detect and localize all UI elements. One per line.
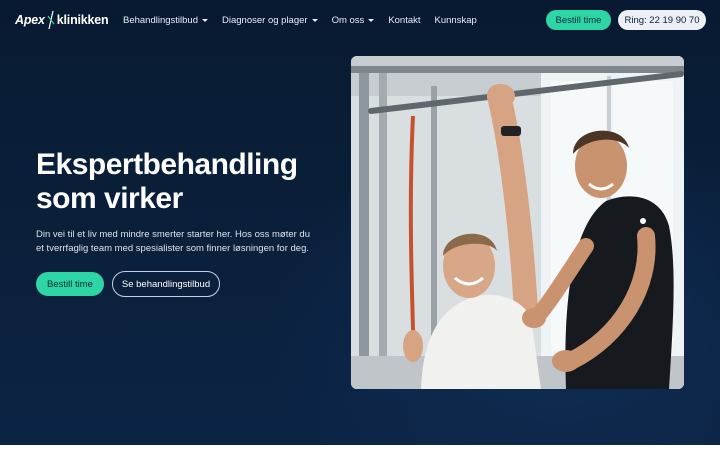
hero-section: Apex klinikken Behandlingstilbud Diagnos…	[0, 0, 720, 445]
logo-mark-icon	[47, 10, 55, 30]
nav-label: Kunnskap	[434, 14, 477, 26]
nav-kunnskap[interactable]: Kunnskap	[435, 15, 477, 26]
logo-text-klinikken: klinikken	[56, 13, 109, 27]
chevron-down-icon	[202, 19, 209, 22]
hero-title: Ekspertbehandling som virker	[36, 148, 326, 216]
nav-behandlingstilbud[interactable]: Behandlingstilbud	[123, 14, 209, 26]
nav-label: Kontakt	[388, 14, 421, 26]
hero-photo	[351, 56, 684, 389]
hero-title-line1: Ekspertbehandling	[36, 148, 298, 181]
hero-book-button[interactable]: Bestill time	[36, 272, 104, 296]
main-nav: Behandlingstilbud Diagnoser og plager Om…	[123, 0, 477, 40]
nav-diagnoser-og-plager[interactable]: Diagnoser og plager	[222, 15, 318, 26]
photo-therapist-treating-patient-icon	[351, 56, 684, 389]
nav-label: Om oss	[331, 14, 365, 26]
hero-subtitle: Din vei til et liv med mindre smerter st…	[36, 229, 310, 254]
hero-title-line2: som virker	[36, 182, 183, 215]
header-call-button[interactable]: Ring: 22 19 90 70	[618, 10, 706, 30]
nav-om-oss[interactable]: Om oss	[332, 15, 375, 26]
header-book-button[interactable]: Bestill time	[546, 10, 611, 30]
logo[interactable]: Apex klinikken	[15, 10, 109, 30]
chevron-down-icon	[368, 19, 375, 22]
nav-kontakt[interactable]: Kontakt	[388, 15, 420, 26]
nav-label: Behandlingstilbud	[123, 14, 199, 26]
site-header: Apex klinikken Behandlingstilbud Diagnos…	[0, 0, 720, 40]
hero-treatments-button[interactable]: Se behandlingstilbud	[112, 271, 220, 297]
logo-text-apex: Apex	[15, 13, 45, 27]
nav-label: Diagnoser og plager	[222, 14, 308, 26]
chevron-down-icon	[311, 19, 318, 22]
